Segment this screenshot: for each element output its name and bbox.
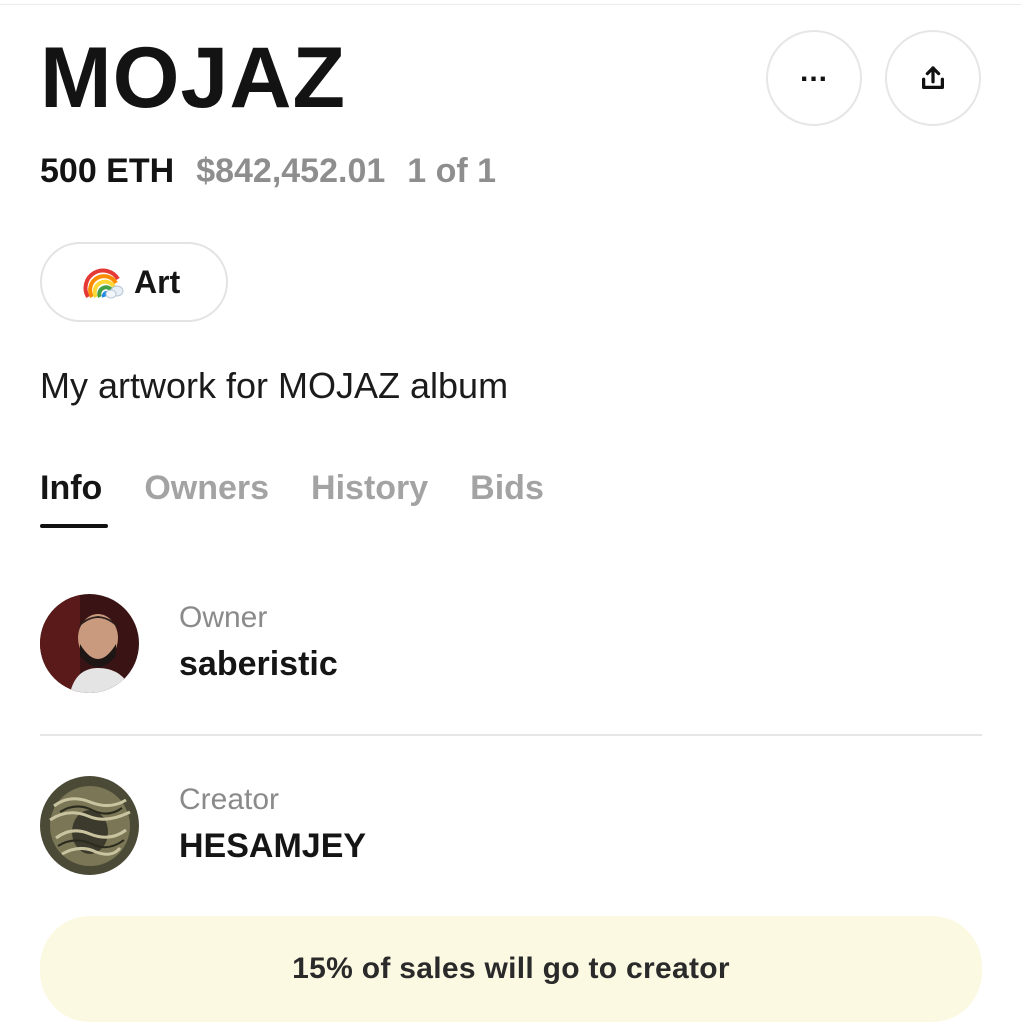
section-divider (40, 734, 982, 736)
edition-count: 1 of 1 (407, 152, 497, 190)
royalty-banner: 15% of sales will go to creator (40, 916, 982, 1022)
share-button[interactable] (885, 30, 981, 126)
price-eth: 500 ETH (40, 152, 175, 190)
nft-description: My artwork for MOJAZ album (40, 365, 509, 406)
owner-row[interactable]: Owner saberistic (40, 594, 980, 694)
tab-owners-label: Owners (144, 469, 270, 507)
creator-avatar[interactable] (40, 776, 139, 875)
royalty-text: 15% of sales will go to creator (292, 952, 730, 985)
price-row: 500 ETH $842,452.01 1 of 1 (40, 152, 496, 191)
creator-row[interactable]: Creator HESAMJEY (40, 776, 980, 876)
owner-name[interactable]: saberistic (179, 644, 338, 684)
creator-avatar-artwork (40, 776, 139, 875)
tab-info[interactable]: Info (40, 466, 108, 528)
tab-history[interactable]: History (311, 466, 428, 510)
creator-name[interactable]: HESAMJEY (179, 826, 366, 866)
tab-bids[interactable]: Bids (470, 466, 544, 510)
detail-tabs: Info Owners History Bids (40, 466, 586, 528)
price-usd: $842,452.01 (196, 152, 386, 190)
nft-title: MOJAZ (40, 30, 346, 126)
owner-role-label: Owner (179, 601, 268, 634)
tab-bids-label: Bids (470, 469, 544, 507)
category-label: Art (134, 263, 181, 300)
rainbow-icon (83, 268, 124, 299)
tab-history-label: History (311, 469, 429, 507)
share-upload-icon (922, 66, 944, 89)
tab-owners[interactable]: Owners (144, 466, 269, 510)
category-tag-art[interactable]: Art (40, 242, 228, 322)
creator-role-label: Creator (179, 783, 280, 816)
owner-avatar-photo (40, 594, 139, 693)
top-divider (0, 4, 1021, 5)
owner-avatar[interactable] (40, 594, 139, 693)
more-dots-icon: ... (799, 55, 828, 88)
tab-info-label: Info (40, 469, 103, 507)
more-options-button[interactable]: ... (766, 30, 862, 126)
active-tab-indicator (40, 524, 108, 528)
